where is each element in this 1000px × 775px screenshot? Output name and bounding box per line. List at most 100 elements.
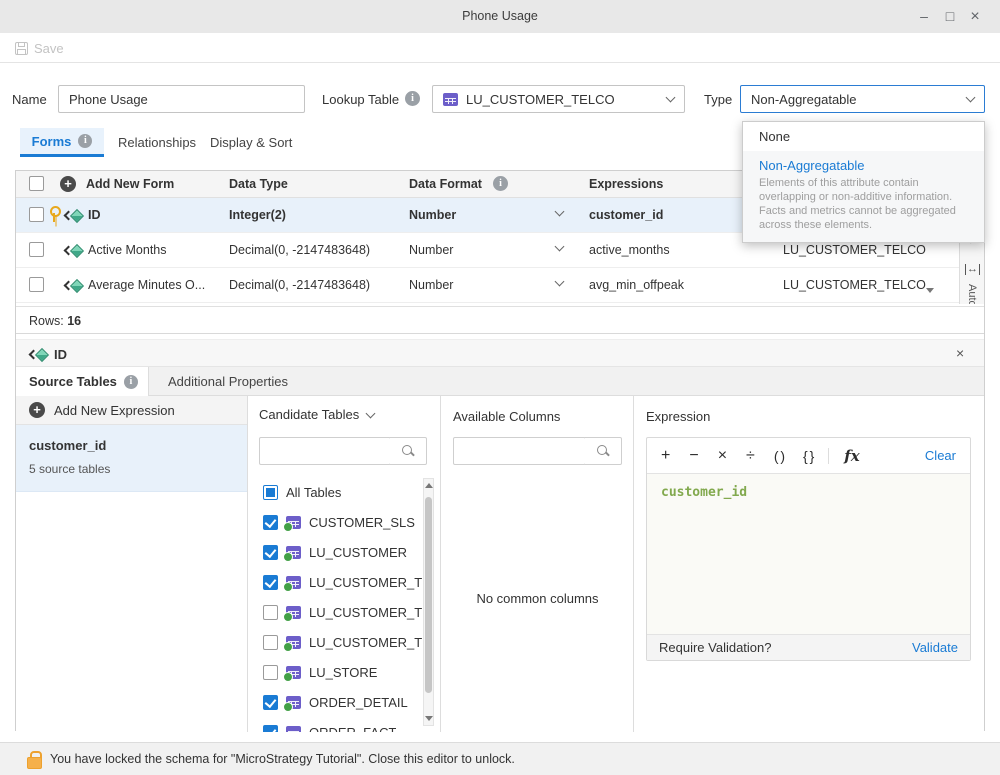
checkbox-unchecked[interactable] xyxy=(263,605,278,620)
chevron-down-icon[interactable] xyxy=(555,242,565,252)
close-icon[interactable]: × xyxy=(966,8,984,26)
expression-list-item[interactable]: customer_id 5 source tables xyxy=(16,425,247,492)
form-name[interactable]: Average Minutes O... xyxy=(88,278,205,292)
save-button[interactable]: Save xyxy=(15,38,64,58)
list-item[interactable]: ORDER_DETAIL xyxy=(263,687,423,717)
expression-label: Expression xyxy=(646,409,710,424)
form-name[interactable]: ID xyxy=(88,208,101,222)
name-input[interactable] xyxy=(58,85,305,113)
chevron-down-icon[interactable] xyxy=(555,277,565,287)
tab-additional-properties[interactable]: Additional Properties xyxy=(168,374,288,389)
type-select[interactable]: Non-Aggregatable xyxy=(740,85,985,113)
function-button[interactable]: fx xyxy=(844,447,859,465)
form-data-format[interactable]: Number xyxy=(409,278,453,292)
chevron-down-icon[interactable] xyxy=(555,207,565,217)
available-columns-label: Available Columns xyxy=(453,409,560,424)
braces-button[interactable]: { } xyxy=(803,448,813,464)
clear-button[interactable]: Clear xyxy=(925,448,956,463)
table-icon xyxy=(286,696,301,709)
available-search-button[interactable] xyxy=(585,437,622,465)
minimize-icon[interactable]: – xyxy=(915,8,933,26)
parentheses-button[interactable]: ( ) xyxy=(774,448,784,464)
forms-info-icon[interactable]: i xyxy=(78,134,92,148)
tab-forms[interactable]: Forms i xyxy=(20,128,104,157)
expression-item-subtitle: 5 source tables xyxy=(29,462,247,476)
expression-editor[interactable]: customer_id xyxy=(647,474,970,634)
list-item[interactable]: All Tables xyxy=(263,477,423,507)
list-item[interactable]: LU_CUSTOMER xyxy=(263,537,423,567)
checkbox-unchecked[interactable] xyxy=(263,635,278,650)
row-checkbox[interactable] xyxy=(29,277,44,292)
candidate-tables-panel: Candidate Tables All Tables CUSTOMER_SLS xyxy=(248,396,441,732)
row-checkbox[interactable] xyxy=(29,242,44,257)
candidate-search-button[interactable] xyxy=(390,437,427,465)
form-data-format[interactable]: Number xyxy=(409,208,456,222)
detail-header: ID × xyxy=(16,339,984,367)
add-new-form-header[interactable]: Add New Form xyxy=(86,177,174,191)
checkbox-checked[interactable] xyxy=(263,575,278,590)
table-row[interactable]: Average Minutes O... Decimal(0, -2147483… xyxy=(16,268,984,303)
add-new-expression-button[interactable]: + Add New Expression xyxy=(16,396,247,425)
plus-operator-button[interactable]: + xyxy=(661,447,670,465)
form-data-format[interactable]: Number xyxy=(409,243,453,257)
tab-display-sort[interactable]: Display & Sort xyxy=(210,135,292,150)
detail-close-icon[interactable]: × xyxy=(956,345,964,361)
list-item[interactable]: LU_CUSTOMER_T xyxy=(263,597,423,627)
candidate-list-scrollbar[interactable] xyxy=(423,478,434,726)
list-item[interactable]: CUSTOMER_SLS xyxy=(263,507,423,537)
table-icon xyxy=(286,636,301,649)
divide-operator-button[interactable]: ÷ xyxy=(746,447,755,465)
tab-source-tables[interactable]: Source Tables i xyxy=(16,367,149,396)
plus-icon: + xyxy=(29,402,45,418)
scroll-up-icon[interactable] xyxy=(425,483,433,488)
checkbox-checked[interactable] xyxy=(263,725,278,733)
scroll-down-icon[interactable] xyxy=(425,716,433,721)
multiply-operator-button[interactable]: × xyxy=(718,447,727,465)
scrollbar-thumb[interactable] xyxy=(425,497,432,693)
maximize-icon[interactable]: □ xyxy=(941,8,959,26)
validate-button[interactable]: Validate xyxy=(912,640,958,655)
data-type-header: Data Type xyxy=(229,177,288,191)
candidate-tables-dropdown[interactable]: Candidate Tables xyxy=(259,407,374,422)
checkbox-checked[interactable] xyxy=(263,545,278,560)
checkbox-checked[interactable] xyxy=(263,695,278,710)
add-form-plus-icon[interactable]: + xyxy=(60,176,76,192)
lookup-table-select[interactable]: LU_CUSTOMER_TELCO xyxy=(432,85,685,113)
data-format-info-icon[interactable]: i xyxy=(493,176,508,191)
list-item[interactable]: ORDER_FACT xyxy=(263,717,423,732)
expression-panel: Expression + − × ÷ ( ) { } fx Clear cust… xyxy=(634,396,984,732)
form-data-type: Integer(2) xyxy=(229,208,286,222)
form-name[interactable]: Active Months xyxy=(88,243,167,257)
checkbox-indeterminate[interactable] xyxy=(263,485,278,500)
source-tables-info-icon[interactable]: i xyxy=(124,375,138,389)
checkbox-unchecked[interactable] xyxy=(263,665,278,680)
no-common-columns-text: No common columns xyxy=(441,591,634,606)
tab-relationships[interactable]: Relationships xyxy=(118,135,196,150)
list-item[interactable]: LU_STORE xyxy=(263,657,423,687)
table-icon xyxy=(286,606,301,619)
dropdown-item-non-aggregatable[interactable]: Non-Aggregatable Elements of this attrib… xyxy=(743,151,984,242)
lookup-info-icon[interactable]: i xyxy=(405,91,420,106)
tab-forms-label: Forms xyxy=(32,134,72,149)
attribute-editor-window: Phone Usage – □ × Save Name Lookup Table… xyxy=(0,0,1000,775)
expression-toolbar: + − × ÷ ( ) { } fx Clear xyxy=(647,438,970,474)
non-aggregatable-label: Non-Aggregatable xyxy=(759,158,968,173)
expression-editor-box: + − × ÷ ( ) { } fx Clear customer_id Req… xyxy=(646,437,971,661)
table-scroll-down-icon[interactable] xyxy=(926,288,934,293)
available-columns-search-input[interactable] xyxy=(453,437,586,465)
dropdown-item-none[interactable]: None xyxy=(743,122,984,151)
title-bar: Phone Usage – □ × xyxy=(0,0,1000,33)
list-item[interactable]: LU_CUSTOMER_T xyxy=(263,567,423,597)
row-checkbox[interactable] xyxy=(29,207,44,222)
checkbox-checked[interactable] xyxy=(263,515,278,530)
select-all-checkbox[interactable] xyxy=(29,176,44,191)
list-item[interactable]: LU_CUSTOMER_T xyxy=(263,627,423,657)
lookup-table-value: LU_CUSTOMER_TELCO xyxy=(466,92,659,107)
table-icon xyxy=(286,666,301,679)
candidate-tables-search-input[interactable] xyxy=(259,437,391,465)
expression-item-name: customer_id xyxy=(29,438,247,453)
minus-operator-button[interactable]: − xyxy=(689,447,698,465)
non-aggregatable-description: Elements of this attribute contain overl… xyxy=(759,176,975,232)
window-title: Phone Usage xyxy=(0,0,1000,33)
expand-column-icon[interactable]: ↔ xyxy=(965,264,980,275)
